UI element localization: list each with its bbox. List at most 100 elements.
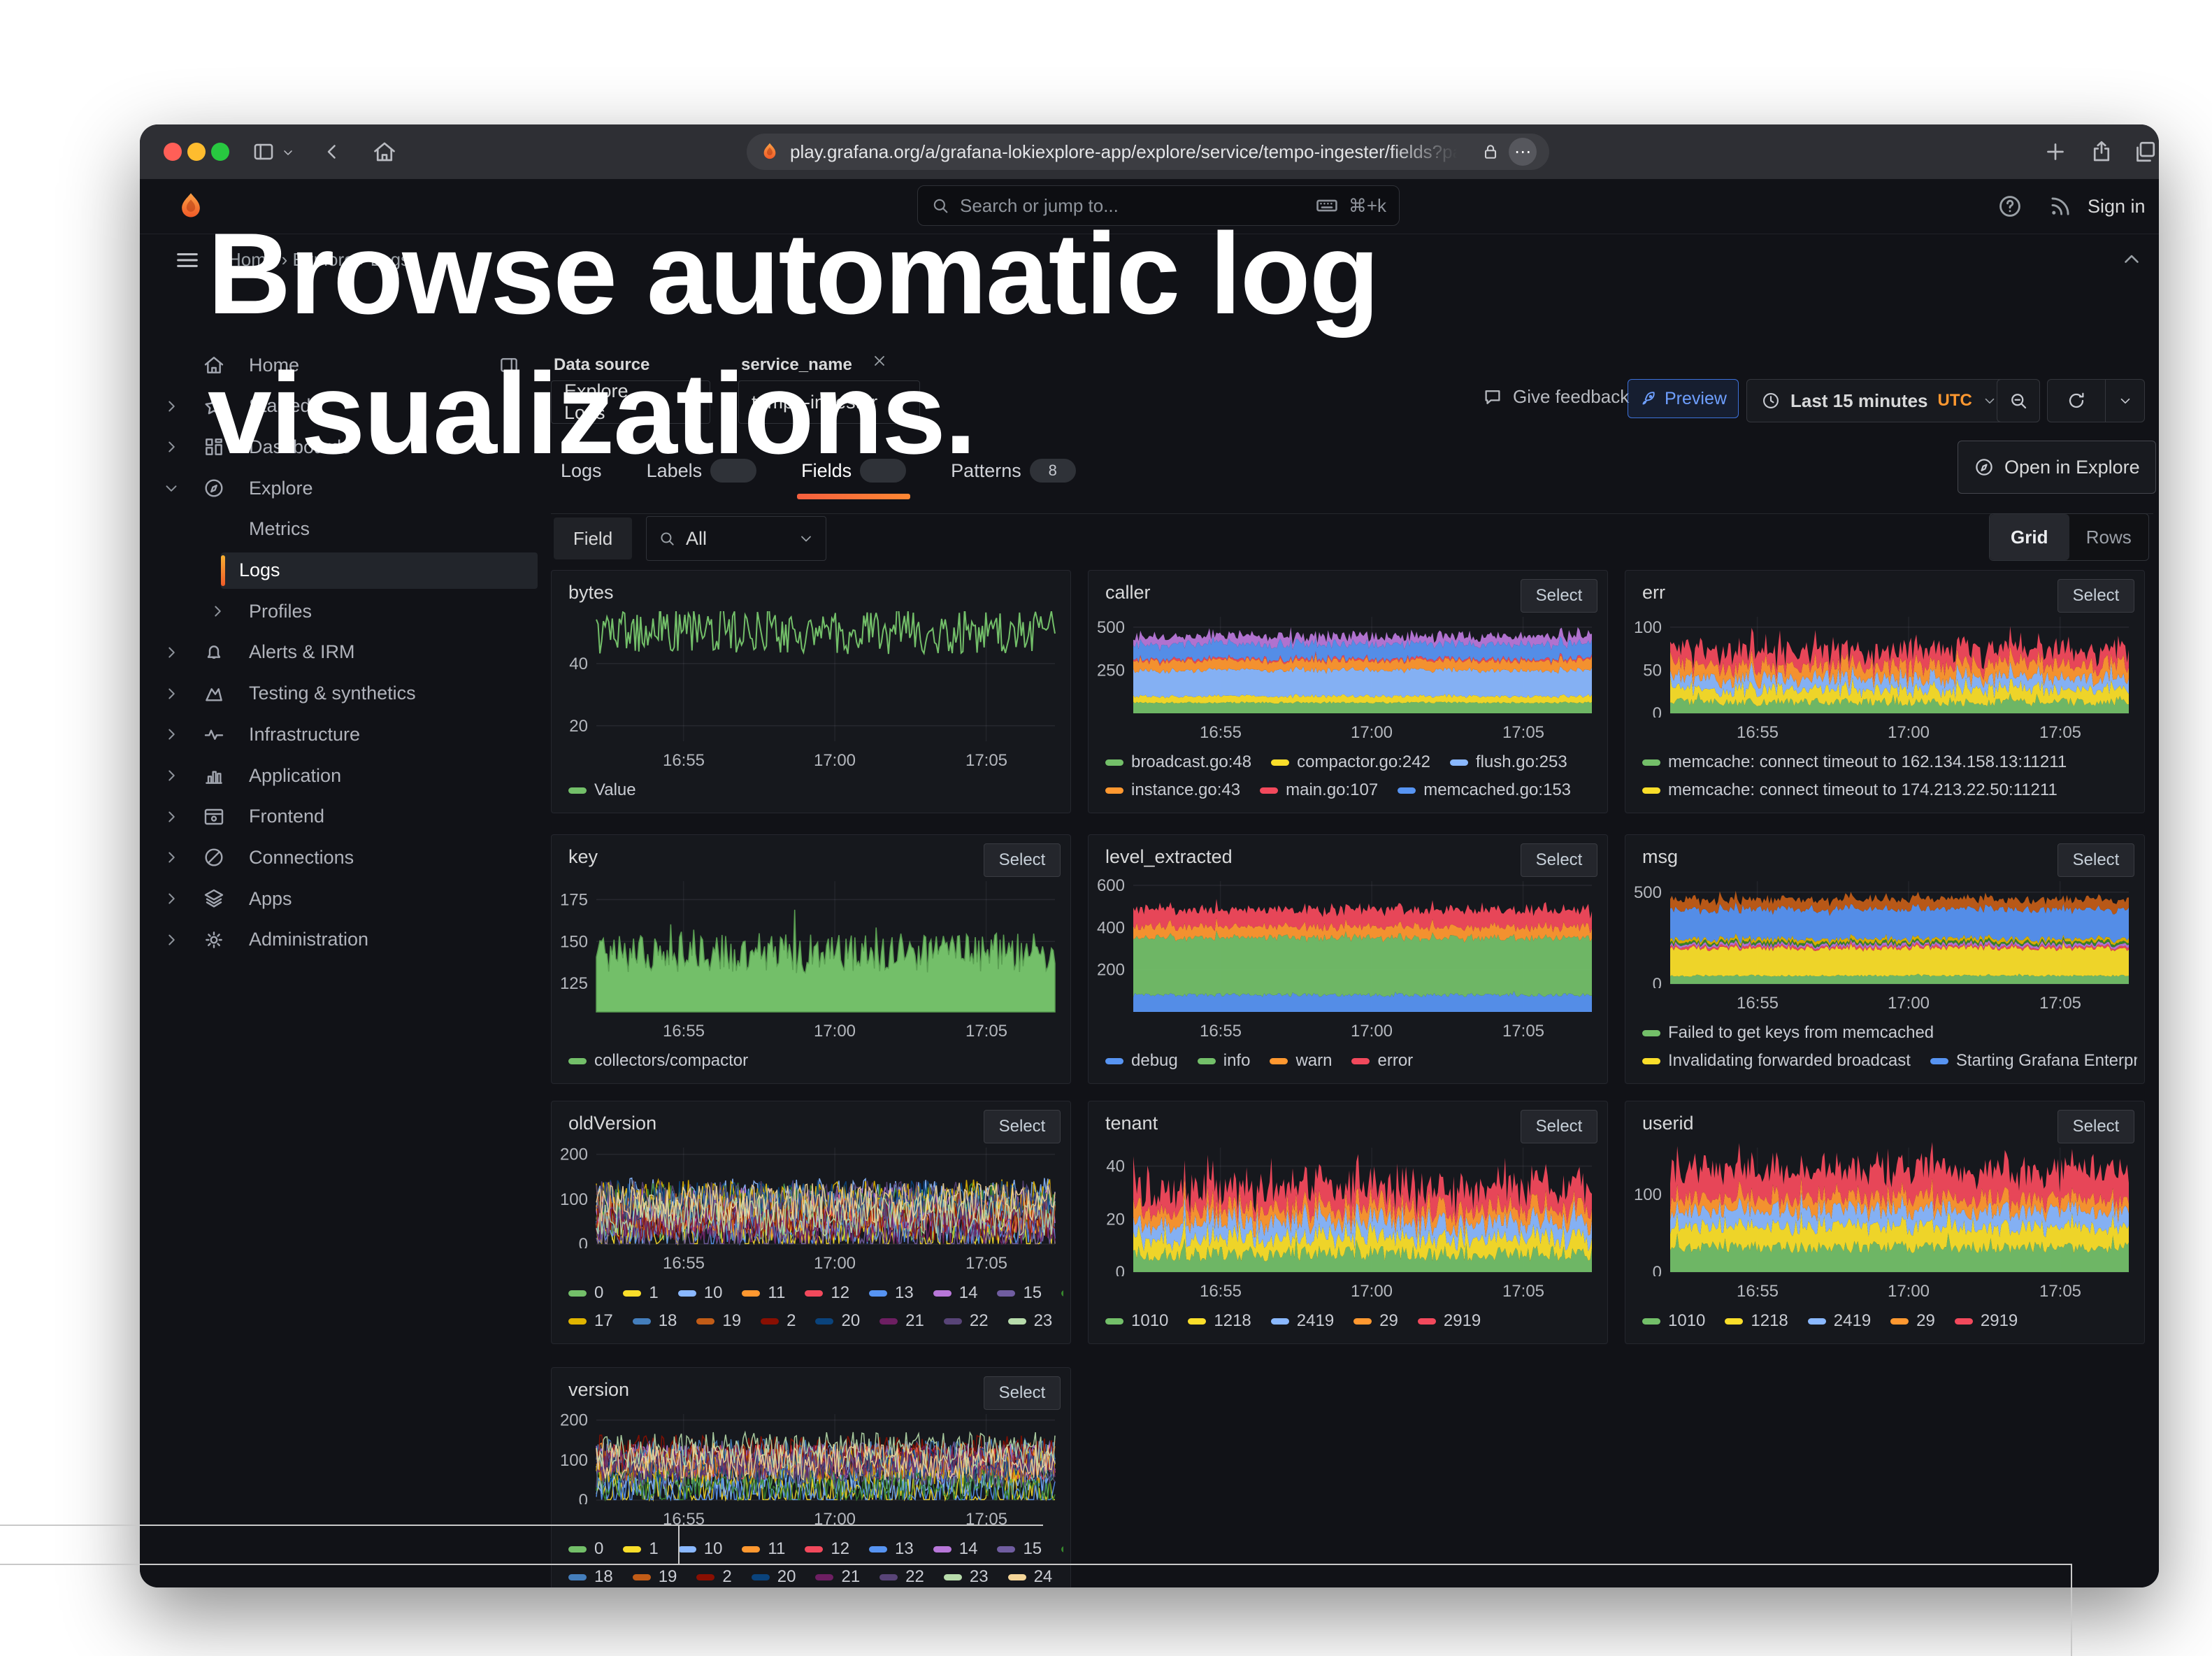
legend-item[interactable]: 23 [1008,1311,1053,1331]
legend-item[interactable]: 13 [869,1539,914,1559]
panel-select-button[interactable]: Select [1521,1110,1597,1143]
legend-item[interactable]: collectors/compactor [568,1051,748,1071]
legend-item[interactable]: Failed to get keys from memcached [1642,1023,1934,1043]
panel-select-button[interactable]: Select [2057,843,2134,877]
sidebar-item-connections[interactable]: Connections [157,839,538,876]
chevron-down-icon[interactable] [281,145,295,159]
refresh-button[interactable] [2047,379,2106,422]
sidebar-item-application[interactable]: Application [157,757,538,794]
legend-item[interactable]: compactor.go:242 [1271,752,1430,772]
legend-item[interactable]: 1218 [1725,1311,1788,1331]
legend-item[interactable]: Starting Grafana Enterpri [1930,1051,2137,1071]
field-search-select[interactable]: All [646,516,826,561]
traffic-light-close[interactable] [164,143,182,161]
sidebar-item-alerts-irm[interactable]: Alerts & IRM [157,634,538,671]
legend-item[interactable]: warn [1270,1051,1332,1071]
legend-item[interactable]: 20 [815,1311,860,1331]
panel-select-button[interactable]: Select [984,1110,1061,1143]
help-icon[interactable] [1997,193,2023,220]
legend-item[interactable]: 13 [869,1283,914,1303]
legend-item[interactable]: 15 [997,1283,1042,1303]
sidebar-toggle-icon[interactable] [252,140,275,164]
legend-item[interactable]: 12 [805,1539,849,1559]
view-toggle-rows[interactable]: Rows [2069,514,2149,560]
legend-item[interactable]: 2419 [1271,1311,1334,1331]
legend-item[interactable]: info [1198,1051,1251,1071]
legend-item[interactable]: Value [568,780,636,800]
new-tab-icon[interactable] [2043,139,2068,164]
legend-item[interactable]: 29 [1353,1311,1398,1331]
url-bar[interactable]: play.grafana.org/a/grafana-lokiexplore-a… [747,134,1549,170]
legend-item[interactable]: flush.go:253 [1450,752,1567,772]
legend-item[interactable]: 1218 [1188,1311,1251,1331]
sidebar-item-frontend[interactable]: Frontend [157,799,538,835]
legend-item[interactable]: 19 [633,1567,677,1587]
legend-item[interactable]: 16 [1061,1283,1063,1303]
traffic-light-zoom[interactable] [211,143,229,161]
legend-item[interactable]: instance.go:43 [1105,780,1240,800]
legend-item[interactable]: 12 [805,1283,849,1303]
sidebar-item-infrastructure[interactable]: Infrastructure [157,716,538,752]
sidebar-item-apps[interactable]: Apps [157,880,538,917]
legend-item[interactable]: 10 [678,1539,723,1559]
panel-select-button[interactable]: Select [2057,1110,2134,1143]
legend-item[interactable]: 21 [815,1567,860,1587]
legend-item[interactable]: 1010 [1642,1311,1705,1331]
grafana-logo-icon[interactable] [175,190,207,222]
legend-item[interactable]: 11 [742,1539,785,1559]
time-range-picker[interactable]: Last 15 minutes UTC [1746,379,2012,422]
legend-item[interactable]: 23 [944,1567,989,1587]
legend-item[interactable]: memcache: connect timeout to 174.213.22.… [1642,780,2057,800]
sidebar-item-administration[interactable]: Administration [157,922,538,958]
legend-item[interactable]: 0 [568,1283,603,1303]
legend-item[interactable]: 18 [633,1311,677,1331]
legend-item[interactable]: 14 [933,1283,978,1303]
legend-item[interactable]: 1 [623,1283,658,1303]
legend-item[interactable]: 1010 [1105,1311,1168,1331]
tab-overview-icon[interactable] [2132,139,2157,164]
legend-item[interactable]: 11 [742,1283,785,1303]
legend-item[interactable]: 10 [678,1283,723,1303]
legend-item[interactable]: 21 [879,1311,924,1331]
more-options-icon[interactable]: ⋯ [1509,138,1537,166]
back-icon[interactable] [320,140,344,164]
panel-select-button[interactable]: Select [1521,843,1597,877]
legend-item[interactable]: main.go:107 [1260,780,1378,800]
preview-badge[interactable]: Preview [1628,379,1739,418]
legend-item[interactable]: 18 [568,1567,613,1587]
sidebar-item-testing-synthetics[interactable]: Testing & synthetics [157,676,538,712]
legend-item[interactable]: 22 [879,1567,924,1587]
legend-item[interactable]: error [1351,1051,1413,1071]
open-in-explore-button[interactable]: Open in Explore [1958,441,2156,494]
home-chrome-icon[interactable] [372,139,397,164]
legend-item[interactable]: 0 [568,1539,603,1559]
share-icon[interactable] [2089,139,2114,164]
sidebar-item-logs[interactable]: Logs [221,552,538,589]
legend-item[interactable]: 29 [1890,1311,1935,1331]
legend-item[interactable]: 17 [568,1311,613,1331]
sidebar-item-profiles[interactable]: Profiles [157,593,538,629]
panel-select-button[interactable]: Select [1521,579,1597,613]
news-rss-icon[interactable] [2047,193,2074,220]
panel-select-button[interactable]: Select [2057,579,2134,613]
legend-item[interactable]: memcached.go:153 [1398,780,1571,800]
panel-select-button[interactable]: Select [984,843,1061,877]
sign-in-link[interactable]: Sign in [2088,196,2146,217]
hamburger-menu-icon[interactable] [173,246,201,274]
zoom-out-button[interactable] [1997,379,2040,422]
legend-item[interactable]: Invalidating forwarded broadcast [1642,1051,1911,1071]
collapse-chevron-up-icon[interactable] [2120,248,2143,271]
legend-item[interactable]: 20 [752,1567,796,1587]
legend-item[interactable]: 2 [696,1567,731,1587]
sidebar-item-metrics[interactable]: Metrics [157,511,538,548]
view-toggle-grid[interactable]: Grid [1990,514,2069,560]
legend-item[interactable]: 2919 [1955,1311,2018,1331]
legend-item[interactable]: debug [1105,1051,1178,1071]
panel-select-button[interactable]: Select [984,1376,1061,1410]
legend-item[interactable]: 14 [933,1539,978,1559]
give-feedback-button[interactable]: Give feedback [1482,386,1629,408]
legend-item[interactable]: memcache: connect timeout to 162.134.158… [1642,752,2067,772]
traffic-light-minimize[interactable] [187,143,206,161]
legend-item[interactable]: 19 [696,1311,741,1331]
legend-item[interactable]: 16 [1061,1539,1063,1559]
